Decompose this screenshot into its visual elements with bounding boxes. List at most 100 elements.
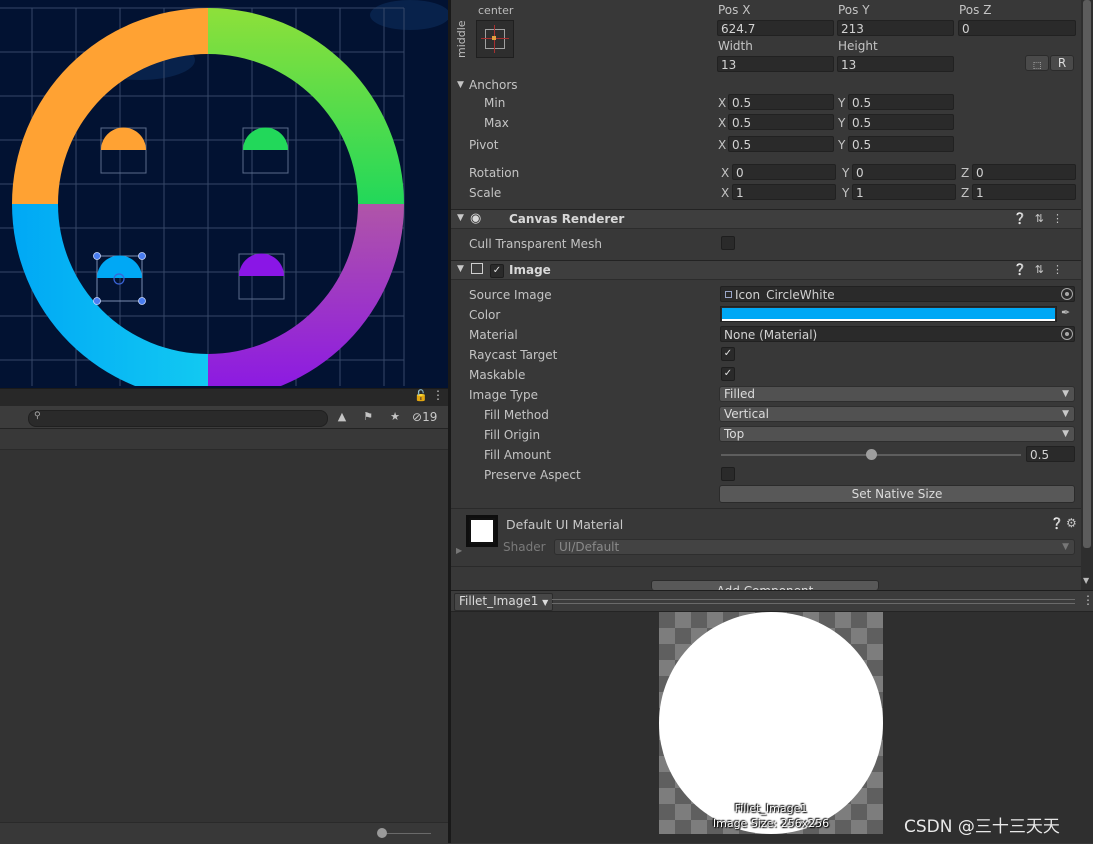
source-image-label: Source Image: [469, 288, 552, 302]
anchors-foldout-icon[interactable]: ▼: [457, 80, 464, 90]
lock-icon[interactable]: 🔓: [414, 389, 428, 402]
fill-method-dropdown[interactable]: Vertical ▼: [719, 406, 1075, 422]
pivot-x-field[interactable]: 0.5: [728, 136, 834, 152]
preview-white-circle: [659, 612, 883, 834]
color-label: Color: [469, 308, 501, 322]
anchor-preset-button[interactable]: [476, 20, 514, 58]
anchor-max-y-field[interactable]: 0.5: [848, 114, 954, 130]
pos-x-label: Pos X: [718, 3, 751, 17]
pos-y-field[interactable]: 213: [837, 20, 954, 36]
pivot-y-field[interactable]: 0.5: [848, 136, 954, 152]
eyedropper-icon[interactable]: ✒: [1061, 306, 1070, 319]
pos-z-label: Pos Z: [959, 3, 992, 17]
scene-canvas: [0, 0, 448, 386]
eye-icon: ◉: [470, 211, 482, 226]
component-header-icons[interactable]: ❔⇅⋮: [1013, 212, 1071, 225]
scroll-down-arrow-icon[interactable]: ▼: [1083, 576, 1089, 585]
height-field[interactable]: 13: [837, 56, 954, 72]
rotation-x-field[interactable]: 0: [732, 164, 836, 180]
component-header-icons[interactable]: ❔⇅⋮: [1013, 263, 1071, 276]
raycast-target-checkbox[interactable]: ✓: [721, 347, 735, 361]
scale-y-field[interactable]: 1: [852, 184, 956, 200]
source-image-field[interactable]: Icon_CircleWhite: [720, 286, 1075, 302]
blueprint-mode-button[interactable]: ⬚: [1025, 55, 1049, 71]
dropdown-arrow-icon: ▼: [542, 598, 549, 607]
fill-amount-slider-thumb[interactable]: [866, 449, 877, 460]
object-picker-icon[interactable]: [1061, 288, 1073, 300]
scene-view[interactable]: [0, 0, 448, 388]
filter-by-type-icon[interactable]: ▲: [333, 410, 351, 424]
dropdown-arrow-icon: ▼: [1062, 429, 1069, 439]
fill-amount-field[interactable]: 0.5: [1026, 446, 1075, 462]
more-menu-icon[interactable]: ⋮: [432, 388, 444, 402]
axis-z-label: Z: [961, 166, 970, 180]
raw-edit-button[interactable]: R: [1050, 55, 1074, 71]
set-native-size-button[interactable]: Set Native Size: [719, 485, 1075, 503]
axis-y-label: Y: [838, 116, 846, 130]
inspector-scrollbar-thumb[interactable]: [1083, 0, 1091, 548]
material-settings-gear-icon[interactable]: ⚙: [1066, 516, 1077, 530]
material-foldout-icon[interactable]: ▶: [456, 546, 462, 555]
icon-size-slider-track: [383, 833, 431, 834]
help-icon: ❔: [1013, 263, 1035, 276]
raycast-target-label: Raycast Target: [469, 348, 558, 362]
project-asset-list[interactable]: [0, 450, 448, 822]
ring-quadrant-green: [208, 8, 404, 204]
icon-size-slider-thumb[interactable]: [377, 828, 387, 838]
help-icon: ❔: [1013, 212, 1035, 225]
maskable-checkbox[interactable]: ✓: [721, 367, 735, 381]
sprite-icon: [725, 291, 732, 298]
min-label: Min: [484, 96, 506, 110]
axis-y-label: Y: [842, 166, 850, 180]
rotation-y-field[interactable]: 0: [852, 164, 956, 180]
canvas-renderer-header[interactable]: ▼ ◉ Canvas Renderer ❔⇅⋮: [451, 209, 1081, 229]
image-component-header[interactable]: ▼ ✓ Image ❔⇅⋮: [451, 260, 1081, 280]
project-tab-bar: [0, 388, 448, 407]
pos-z-field[interactable]: 0: [958, 20, 1076, 36]
filter-by-label-icon[interactable]: ⚑: [359, 410, 377, 424]
anchor-min-x-field[interactable]: 0.5: [728, 94, 834, 110]
hidden-count: 19: [422, 410, 438, 424]
image-type-dropdown[interactable]: Filled ▼: [719, 386, 1075, 402]
preserve-aspect-checkbox[interactable]: [721, 467, 735, 481]
foldout-arrow-icon[interactable]: ▼: [457, 264, 464, 274]
preview-caption-size: Image Size: 256x256: [712, 817, 830, 830]
width-label: Width: [718, 39, 753, 53]
dropdown-arrow-icon: ▼: [1062, 542, 1069, 552]
hidden-packages-toggle[interactable]: ⊘19: [412, 410, 437, 424]
maskable-label: Maskable: [469, 368, 526, 382]
color-field[interactable]: [720, 306, 1057, 322]
foldout-arrow-icon[interactable]: ▼: [457, 213, 464, 223]
fill-amount-label: Fill Amount: [484, 448, 552, 462]
search-icon: ⚲: [34, 411, 41, 421]
scale-z-field[interactable]: 1: [972, 184, 1076, 200]
rotation-z-field[interactable]: 0: [972, 164, 1076, 180]
object-picker-icon[interactable]: [1061, 328, 1073, 340]
preview-drag-handle[interactable]: [552, 599, 1075, 600]
image-enabled-checkbox[interactable]: ✓: [490, 264, 504, 278]
dropdown-arrow-icon: ▼: [1062, 389, 1069, 399]
shader-dropdown: UI/Default ▼: [554, 539, 1075, 555]
add-component-button[interactable]: Add Component: [651, 580, 879, 590]
fill-origin-dropdown[interactable]: Top ▼: [719, 426, 1075, 442]
scale-x-field[interactable]: 1: [732, 184, 836, 200]
presets-icon: ⇅: [1034, 212, 1052, 225]
anchor-preset-top-label: center: [478, 4, 514, 17]
material-help-icon[interactable]: ❔: [1050, 517, 1064, 530]
material-field[interactable]: None (Material): [720, 326, 1075, 342]
cull-transparent-mesh-label: Cull Transparent Mesh: [469, 237, 602, 251]
preview-caption-name: Fillet_Image1: [734, 802, 808, 815]
favorites-star-icon[interactable]: ★: [386, 410, 404, 424]
width-field[interactable]: 13: [717, 56, 834, 72]
cull-transparent-mesh-checkbox[interactable]: [721, 236, 735, 250]
axis-x-label: X: [718, 138, 727, 152]
pos-y-label: Pos Y: [838, 3, 870, 17]
pos-x-field[interactable]: 624.7: [717, 20, 834, 36]
anchor-max-x-field[interactable]: 0.5: [728, 114, 834, 130]
preview-object-dropdown[interactable]: Fillet_Image1 ▼: [454, 593, 554, 611]
anchor-min-y-field[interactable]: 0.5: [848, 94, 954, 110]
preview-menu-icon[interactable]: ⋮: [1082, 593, 1093, 607]
selection-handle: [138, 297, 146, 305]
project-search-input[interactable]: ⚲: [28, 410, 328, 427]
anchors-label[interactable]: Anchors: [469, 78, 518, 92]
